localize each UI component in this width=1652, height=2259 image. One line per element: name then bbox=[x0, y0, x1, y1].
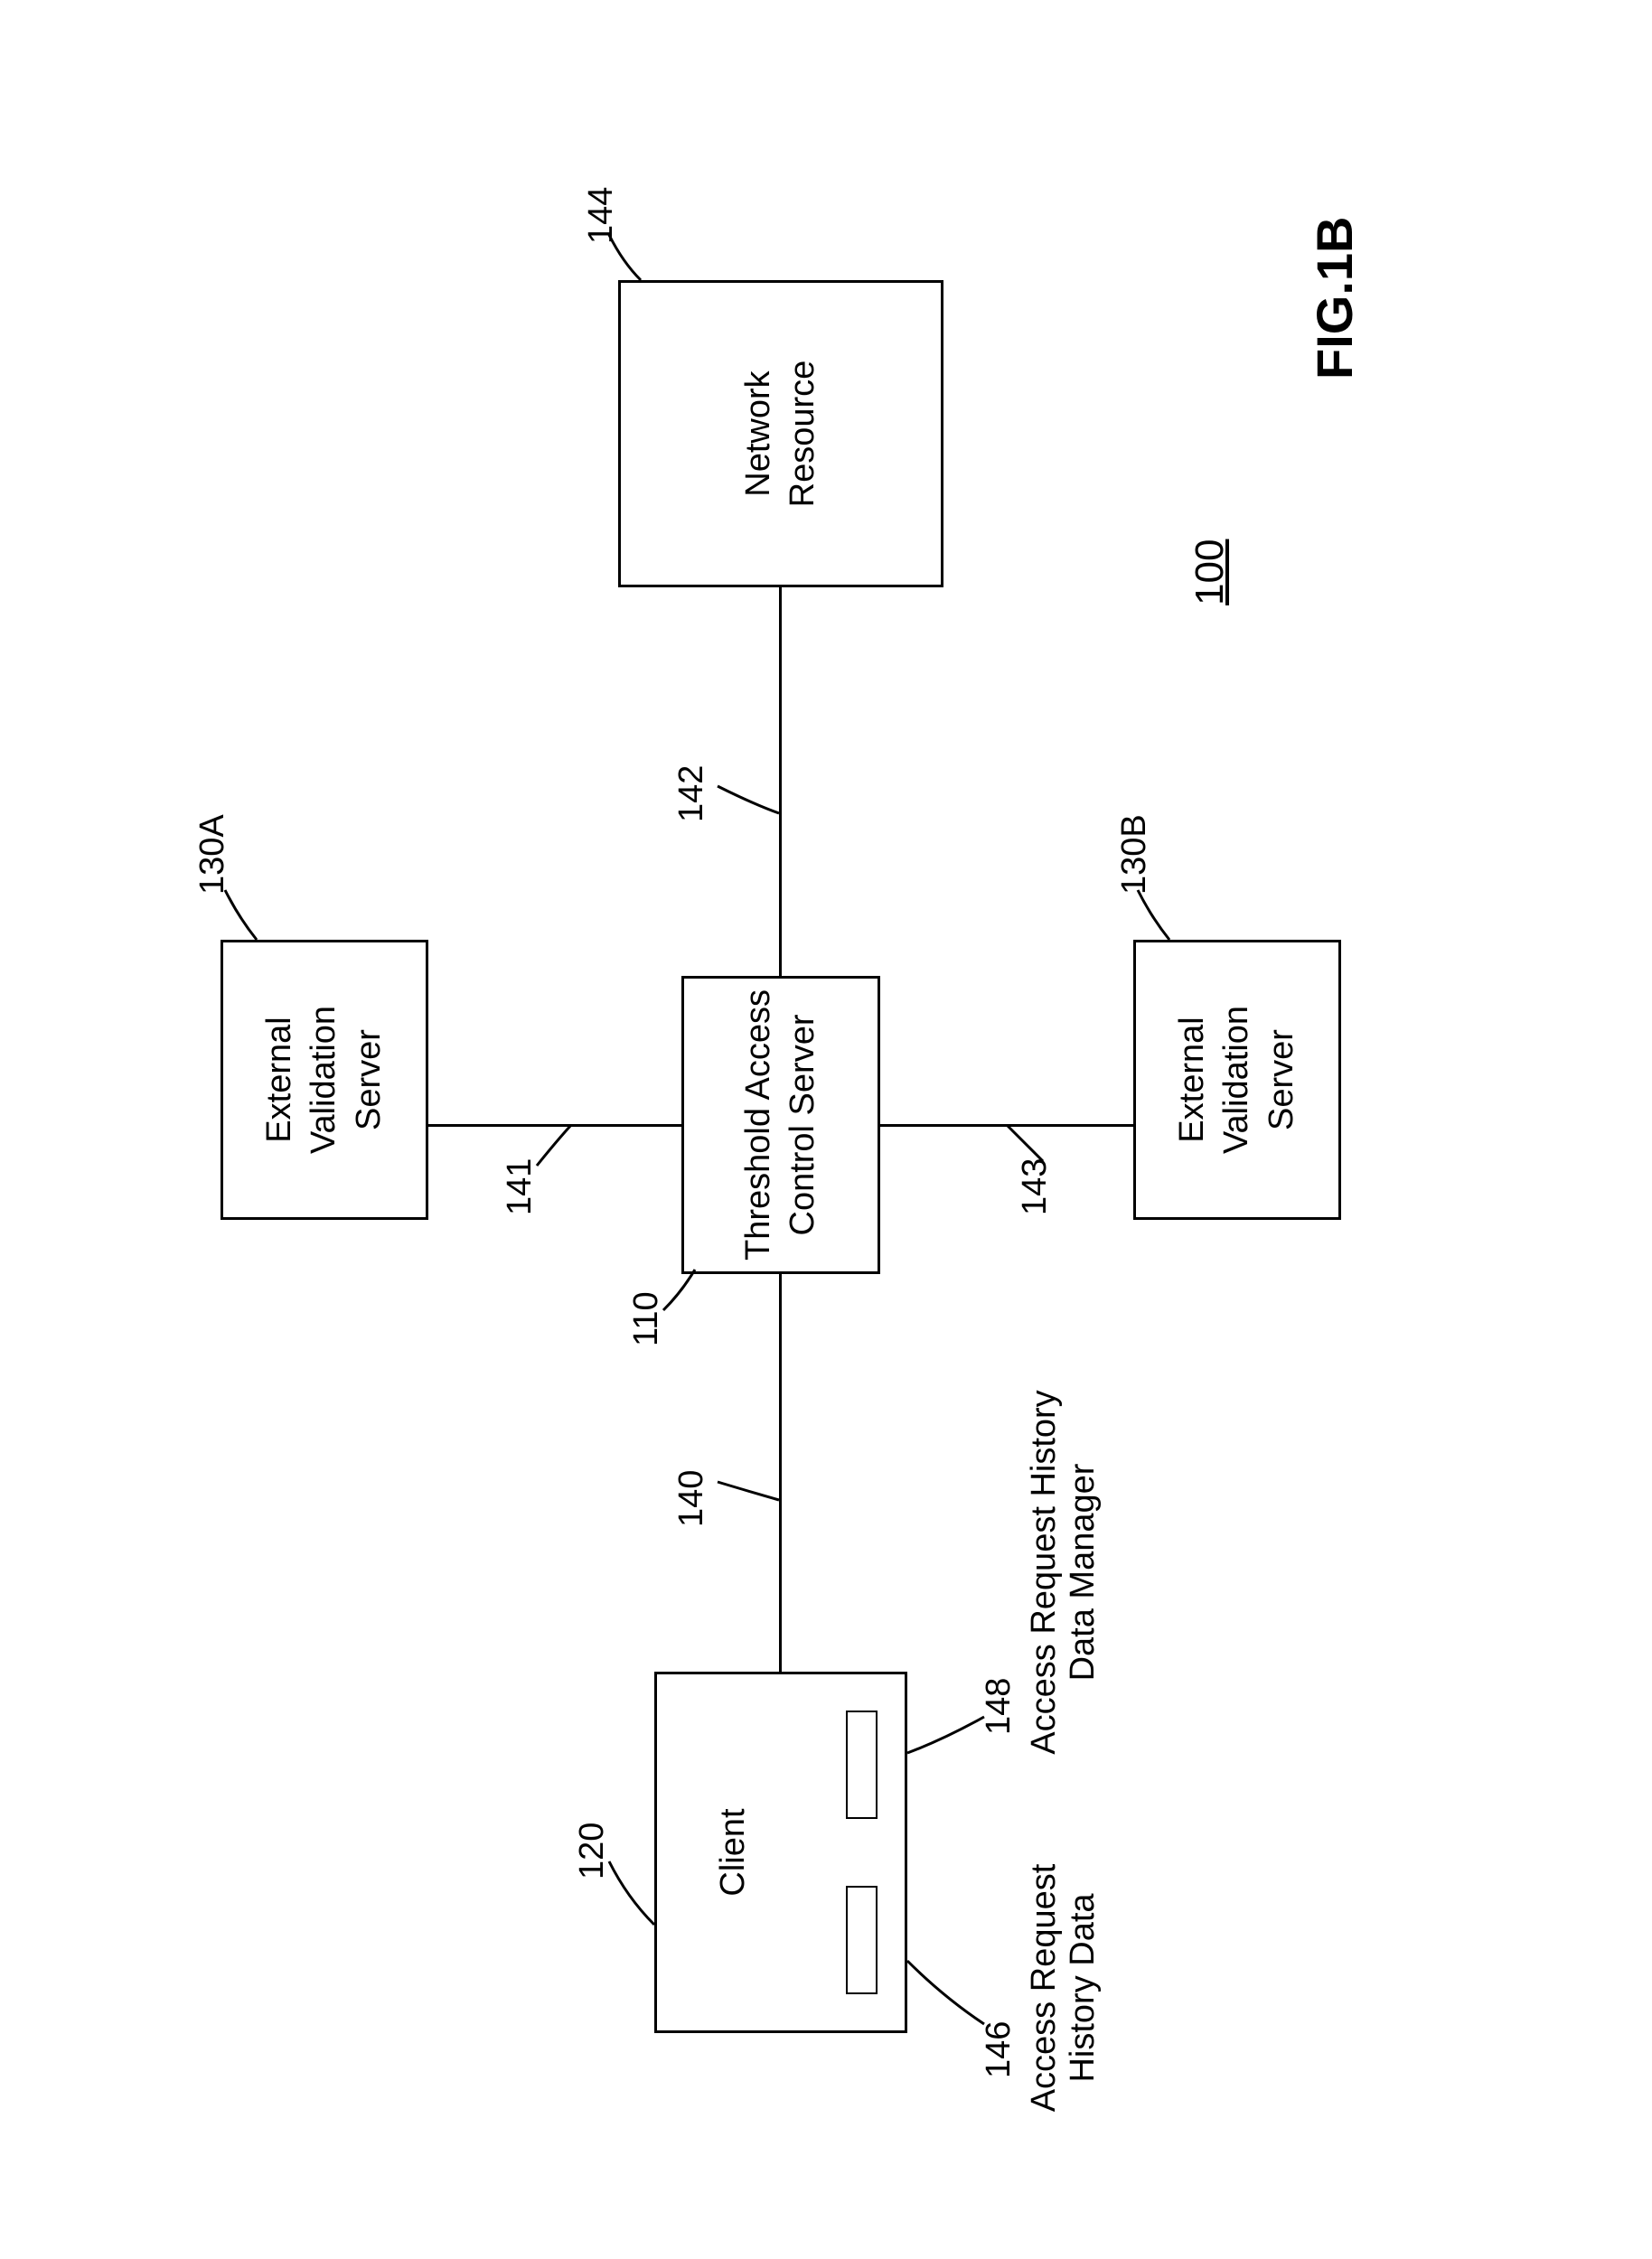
leader-120 bbox=[600, 1834, 672, 1943]
tacs-label: Threshold Access Control Server bbox=[737, 989, 826, 1261]
ext-val-b-label: External Validation Server bbox=[1170, 1006, 1304, 1154]
figure-label: FIG.1B bbox=[1305, 217, 1364, 380]
network-resource-label: Network Resource bbox=[737, 361, 826, 508]
tacs-box: Threshold Access Control Server bbox=[681, 976, 880, 1274]
ext-val-a-label: External Validation Server bbox=[258, 1006, 391, 1154]
leader-141 bbox=[528, 1111, 582, 1175]
history-data-box bbox=[846, 1886, 878, 1994]
system-ref: 100 bbox=[1187, 539, 1233, 605]
leader-130a bbox=[216, 876, 270, 949]
leader-143 bbox=[998, 1107, 1052, 1170]
leader-146 bbox=[898, 1943, 998, 2033]
leader-144 bbox=[600, 217, 654, 289]
ref-link-140: 140 bbox=[672, 1470, 711, 1527]
history-data-label: Access Request History Data bbox=[1025, 1834, 1103, 2142]
ref-link-142: 142 bbox=[672, 765, 711, 822]
leader-148 bbox=[898, 1690, 998, 1762]
client-box: Client bbox=[654, 1672, 907, 2033]
leader-140 bbox=[709, 1455, 790, 1509]
data-manager-box bbox=[846, 1711, 878, 1819]
network-resource-box: Network Resource bbox=[618, 280, 943, 587]
data-manager-label: Access Request History Data Manager bbox=[1025, 1355, 1103, 1789]
ext-val-b-box: External Validation Server bbox=[1133, 940, 1341, 1220]
ext-val-a-box: External Validation Server bbox=[221, 940, 428, 1220]
client-label: Client bbox=[711, 1674, 756, 2030]
leader-142 bbox=[709, 768, 790, 822]
leader-110 bbox=[654, 1247, 709, 1319]
leader-130b bbox=[1129, 876, 1183, 949]
